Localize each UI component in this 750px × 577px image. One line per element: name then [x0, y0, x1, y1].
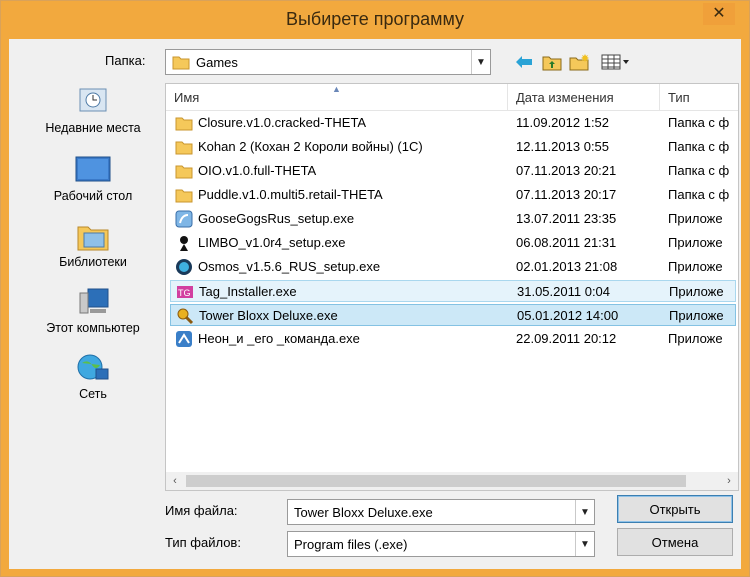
file-row[interactable]: TG Tag_Installer.exe 31.05.2011 0:04 При… [170, 280, 736, 302]
network-icon [74, 351, 112, 385]
file-name: Tower Bloxx Deluxe.exe [199, 307, 338, 323]
place-label: Библиотеки [59, 255, 127, 269]
new-folder-icon[interactable] [569, 52, 591, 72]
file-type: Папка с ф [668, 138, 730, 154]
place-label: Рабочий стол [53, 189, 133, 203]
osmos-app-icon [175, 258, 193, 276]
computer-icon [74, 285, 112, 319]
place-computer[interactable]: Этот компьютер [23, 285, 163, 335]
file-date: 05.01.2012 14:00 [517, 307, 619, 323]
file-date: 13.07.2011 23:35 [516, 210, 617, 226]
view-menu-icon[interactable] [599, 52, 633, 72]
file-name: Tag_Installer.exe [199, 283, 297, 299]
limbo-app-icon [175, 234, 193, 252]
desktop-icon [74, 153, 112, 187]
column-header-date[interactable]: Дата изменения [508, 84, 660, 110]
neon-app-icon [175, 330, 193, 348]
file-name: Puddle.v1.0.multi5.retail-THETA [198, 186, 383, 202]
file-name: OIO.v1.0.full-THETA [198, 162, 317, 178]
chevron-down-icon[interactable]: ▼ [575, 532, 594, 556]
file-type: Папка с ф [668, 186, 730, 202]
horizontal-scrollbar[interactable]: ‹ › [166, 472, 738, 490]
open-button[interactable]: Открыть [617, 495, 733, 523]
file-type: Папка с ф [668, 162, 730, 178]
folder-value: Games [196, 54, 238, 70]
place-desktop[interactable]: Рабочий стол [23, 153, 163, 203]
file-date: 02.01.2013 21:08 [516, 258, 618, 274]
scroll-left-icon[interactable]: ‹ [166, 472, 184, 490]
goose-app-icon [175, 210, 193, 228]
dialog-client: Папка: Games ▼ Недавние места Рабочий ст… [9, 39, 741, 569]
file-row[interactable]: Kohan 2 (Кохан 2 Короли войны) (1С) 12.1… [170, 136, 736, 158]
file-date: 11.09.2012 1:52 [516, 114, 610, 130]
filetype-value: Program files (.exe) [294, 536, 408, 552]
dialog-title: Выбирете программу [285, 9, 465, 29]
title-bar[interactable]: Выбирете программу ✕ [1, 1, 749, 39]
cancel-button[interactable]: Отмена [617, 528, 733, 556]
scroll-right-icon[interactable]: › [720, 472, 738, 490]
filename-value[interactable]: Tower Bloxx Deluxe.exe [294, 500, 433, 524]
file-type: Приложе [669, 307, 724, 323]
folder-label: Папка: [105, 53, 146, 68]
file-date: 07.11.2013 20:17 [516, 186, 617, 202]
folder-icon [175, 186, 193, 204]
file-name: Неон_и _его _команда.exe [198, 330, 360, 346]
file-row[interactable]: Неон_и _его _команда.exe 22.09.2011 20:1… [170, 328, 736, 350]
file-row[interactable]: Osmos_v1.5.6_RUS_setup.exe 02.01.2013 21… [170, 256, 736, 278]
file-name: Closure.v1.0.cracked-THETA [198, 114, 367, 130]
file-row[interactable]: GooseGogsRus_setup.exe 13.07.2011 23:35 … [170, 208, 736, 230]
filetype-select[interactable]: Program files (.exe) ▼ [287, 531, 595, 557]
file-row-selected[interactable]: Tower Bloxx Deluxe.exe 05.01.2012 14:00 … [170, 304, 736, 326]
folder-icon [175, 138, 193, 156]
svg-text:TG: TG [178, 288, 191, 298]
filename-combo[interactable]: Tower Bloxx Deluxe.exe ▼ [287, 499, 595, 525]
filetype-label: Тип файлов: [165, 535, 241, 550]
tower-bloxx-app-icon [176, 307, 194, 325]
tag-app-icon: TG [176, 283, 194, 301]
file-type: Приложе [669, 283, 724, 299]
file-list[interactable]: Имя Дата изменения Тип ▲ Closure.v1.0.cr… [165, 83, 739, 491]
file-type: Папка с ф [668, 114, 730, 130]
place-libraries[interactable]: Библиотеки [23, 219, 163, 269]
file-date: 31.05.2011 0:04 [517, 283, 611, 299]
file-date: 22.09.2011 20:12 [516, 330, 617, 346]
close-button[interactable]: ✕ [703, 3, 735, 25]
column-header-type[interactable]: Тип [660, 84, 738, 110]
folder-icon [175, 162, 193, 180]
recent-places-icon [74, 85, 112, 119]
filename-label: Имя файла: [165, 503, 238, 518]
back-arrow-icon[interactable] [513, 52, 535, 72]
file-type: Приложе [668, 210, 723, 226]
file-row[interactable]: Closure.v1.0.cracked-THETA 11.09.2012 1:… [170, 112, 736, 134]
place-label: Недавние места [45, 121, 141, 135]
file-name: Kohan 2 (Кохан 2 Короли войны) (1С) [198, 138, 423, 154]
place-network[interactable]: Сеть [23, 351, 163, 401]
file-name: LIMBO_v1.0r4_setup.exe [198, 234, 346, 250]
folder-icon [175, 114, 193, 132]
file-name: GooseGogsRus_setup.exe [198, 210, 355, 226]
file-name: Osmos_v1.5.6_RUS_setup.exe [198, 258, 381, 274]
file-date: 07.11.2013 20:21 [516, 162, 617, 178]
place-recent[interactable]: Недавние места [23, 85, 163, 135]
file-type: Приложе [668, 330, 723, 346]
chevron-down-icon[interactable]: ▼ [471, 50, 490, 74]
file-row[interactable]: LIMBO_v1.0r4_setup.exe 06.08.2011 21:31 … [170, 232, 736, 254]
file-row[interactable]: Puddle.v1.0.multi5.retail-THETA 07.11.20… [170, 184, 736, 206]
file-date: 06.08.2011 21:31 [516, 234, 617, 250]
file-date: 12.11.2013 0:55 [516, 138, 610, 154]
dialog-window: Выбирете программу ✕ Папка: Games ▼ Неда… [0, 0, 750, 577]
chevron-down-icon[interactable]: ▼ [575, 500, 594, 524]
scrollbar-thumb[interactable] [186, 475, 686, 487]
folder-icon [172, 54, 190, 73]
folder-combo[interactable]: Games ▼ [165, 49, 491, 75]
place-label: Сеть [79, 387, 107, 401]
up-folder-icon[interactable] [541, 52, 563, 72]
file-type: Приложе [668, 258, 723, 274]
file-row[interactable]: OIO.v1.0.full-THETA 07.11.2013 20:21 Пап… [170, 160, 736, 182]
list-header: Имя Дата изменения Тип ▲ [166, 84, 738, 111]
file-type: Приложе [668, 234, 723, 250]
sort-ascending-icon: ▲ [332, 84, 341, 94]
place-label: Этот компьютер [46, 321, 140, 335]
libraries-icon [74, 219, 112, 253]
